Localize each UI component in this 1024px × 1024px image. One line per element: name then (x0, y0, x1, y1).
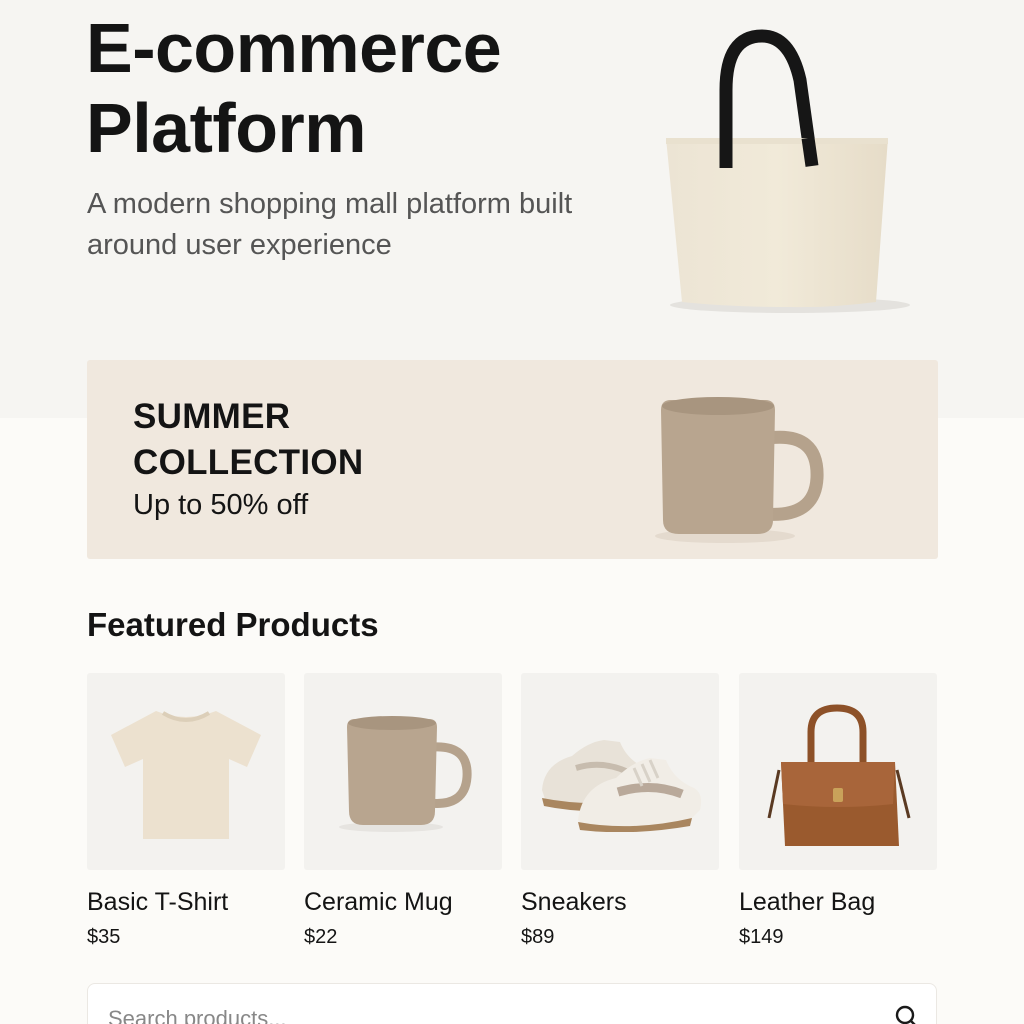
product-price: $35 (87, 926, 121, 948)
product-image[interactable] (304, 673, 502, 870)
product-name[interactable]: Leather Bag (739, 887, 937, 917)
product-name[interactable]: Sneakers (521, 887, 719, 917)
product-name[interactable]: Ceramic Mug (304, 887, 502, 917)
search-icon[interactable] (894, 1004, 920, 1024)
search-input[interactable] (108, 1002, 868, 1024)
mug-image (655, 397, 824, 543)
product-card-ceramic-mug[interactable]: Ceramic Mug $22 (304, 673, 502, 949)
featured-products-heading: Featured Products (87, 606, 379, 643)
product-name[interactable]: Basic T-Shirt (87, 887, 285, 917)
product-image[interactable] (739, 673, 937, 870)
product-price: $149 (739, 926, 784, 948)
search-bar[interactable] (87, 983, 937, 1024)
product-card-basic-t-shirt[interactable]: Basic T-Shirt $35 (87, 673, 285, 949)
mug-icon (339, 715, 472, 832)
product-card-leather-bag[interactable]: Leather Bag $149 (739, 673, 937, 949)
hero-subtitle: A modern shopping mall platform built ar… (87, 188, 573, 261)
page-title: E-commerce Platform (86, 9, 502, 167)
product-price: $22 (304, 926, 338, 948)
tote-bag-image (666, 29, 910, 313)
handbag-icon (767, 703, 911, 846)
sneakers-icon (542, 739, 702, 832)
product-image[interactable] (521, 673, 719, 870)
promo-discount: Up to 50% off (133, 489, 309, 521)
product-price: $89 (521, 926, 555, 948)
product-card-sneakers[interactable]: Sneakers $89 (521, 673, 719, 949)
t-shirt-icon (111, 710, 261, 839)
summer-collection-banner[interactable]: SUMMER COLLECTION Up to 50% off (87, 360, 938, 559)
product-image[interactable] (87, 673, 285, 870)
promo-title: SUMMER COLLECTION (133, 397, 364, 482)
